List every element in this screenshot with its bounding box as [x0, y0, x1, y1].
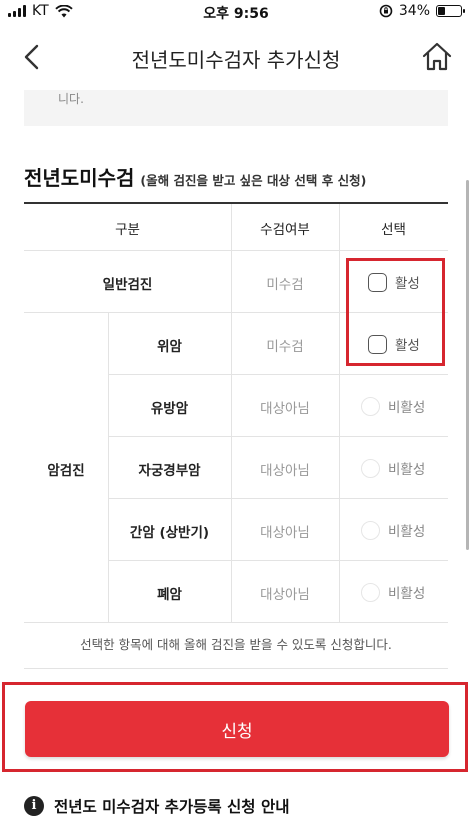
row-status: 대상아님	[260, 463, 310, 479]
row-divider	[108, 560, 448, 561]
app-header: 전년도미수검자 추가신청	[0, 26, 472, 90]
checkbox-label: 비활성	[388, 462, 426, 478]
col-divider	[339, 204, 340, 622]
checkbox-label: 비활성	[388, 400, 426, 416]
checkbox-box	[361, 396, 380, 416]
active-options-highlight	[346, 258, 445, 366]
row-name: 폐암	[157, 587, 182, 603]
checkup-table: 구분 수검여부 선택 암검진 일반검진 미수검 활성 위암 미수검 활성 유방암…	[24, 202, 448, 623]
scrollbar[interactable]	[466, 180, 469, 550]
info-icon: i	[24, 796, 44, 816]
home-button[interactable]	[420, 40, 454, 74]
row-divider	[24, 622, 448, 623]
row-status: 대상아님	[260, 401, 310, 417]
checkbox-breast: 비활성	[361, 396, 425, 416]
row-divider	[24, 250, 448, 251]
battery-icon	[436, 5, 465, 17]
header-status: 수검여부	[260, 222, 310, 238]
checkbox-cervical: 비활성	[361, 458, 425, 478]
guide-heading: i 전년도 미수검자 추가등록 신청 안내	[24, 795, 290, 817]
checkbox-label: 비활성	[388, 586, 426, 602]
rotation-lock-icon	[379, 4, 393, 18]
row-name: 일반검진	[102, 277, 153, 293]
back-button[interactable]	[18, 42, 48, 72]
section-subtitle: (올해 검진을 받고 싶은 대상 선택 후 신청)	[140, 173, 367, 188]
battery-level	[438, 7, 446, 15]
row-name: 유방암	[150, 401, 189, 417]
battery-percent: 34%	[398, 3, 430, 19]
section-heading: 전년도미수검 (올해 검진을 받고 싶은 대상 선택 후 신청)	[24, 162, 366, 191]
status-bar: KT 오후 9:56 34%	[0, 0, 472, 24]
row-name: 위암	[157, 339, 182, 355]
section-title: 전년도미수검	[24, 166, 135, 190]
page-title: 전년도미수검자 추가신청	[131, 48, 341, 72]
row-status: 미수검	[266, 339, 304, 355]
header-category: 구분	[115, 222, 140, 238]
row-divider	[108, 436, 448, 437]
divider	[24, 668, 448, 669]
header-select: 선택	[381, 222, 406, 238]
guide-title: 전년도 미수검자 추가등록 신청 안내	[54, 798, 290, 816]
notice-text: 니다.	[58, 92, 84, 106]
row-status: 미수검	[266, 277, 304, 293]
checkbox-liver: 비활성	[361, 520, 425, 540]
row-divider	[108, 374, 448, 375]
row-status: 대상아님	[260, 587, 310, 603]
group-label-cancer: 암검진	[47, 463, 85, 479]
checkbox-box	[361, 520, 380, 540]
row-divider	[108, 498, 448, 499]
checkbox-box	[361, 582, 380, 602]
checkbox-box	[361, 458, 380, 478]
row-name: 자궁경부암	[138, 463, 201, 479]
row-name: 간암 (상반기)	[129, 525, 210, 541]
footnote: 선택한 항목에 대해 올해 검진을 받을 수 있도록 신청합니다.	[80, 637, 392, 652]
checkbox-lung: 비활성	[361, 582, 425, 602]
submit-button[interactable]: 신청	[25, 701, 449, 757]
row-status: 대상아님	[260, 525, 310, 541]
notice-box: 니다.	[24, 90, 448, 126]
submit-highlight: 신청	[2, 682, 468, 772]
status-right: 34%	[379, 3, 465, 19]
checkbox-label: 비활성	[388, 524, 426, 540]
